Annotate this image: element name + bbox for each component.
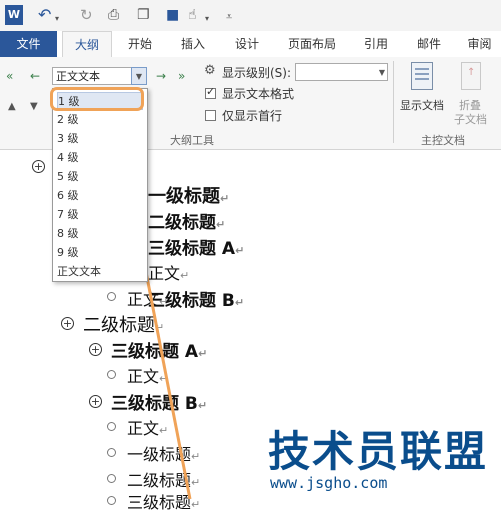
dropdown-option-level-3[interactable]: 3 级 xyxy=(57,130,143,148)
dropdown-option-level-8[interactable]: 8 级 xyxy=(57,225,143,243)
watermark-url: www.jsgho.com xyxy=(270,474,388,492)
dropdown-option-level-7[interactable]: 7 级 xyxy=(57,206,143,224)
dropdown-option-level-4[interactable]: 4 级 xyxy=(57,149,143,167)
dropdown-option-body-text[interactable]: 正文文本 xyxy=(57,263,143,281)
outline-level-dropdown-list: 1 级 2 级 3 级 4 级 5 级 6 级 7 级 8 级 9 级 正文文本 xyxy=(52,88,148,282)
dropdown-option-level-9[interactable]: 9 级 xyxy=(57,244,143,262)
dropdown-option-level-6[interactable]: 6 级 xyxy=(57,187,143,205)
watermark-title: 技术员联盟 xyxy=(268,427,489,476)
highlight-outline xyxy=(50,87,144,111)
dropdown-option-level-5[interactable]: 5 级 xyxy=(57,168,143,186)
dropdown-option-level-2[interactable]: 2 级 xyxy=(57,111,143,129)
